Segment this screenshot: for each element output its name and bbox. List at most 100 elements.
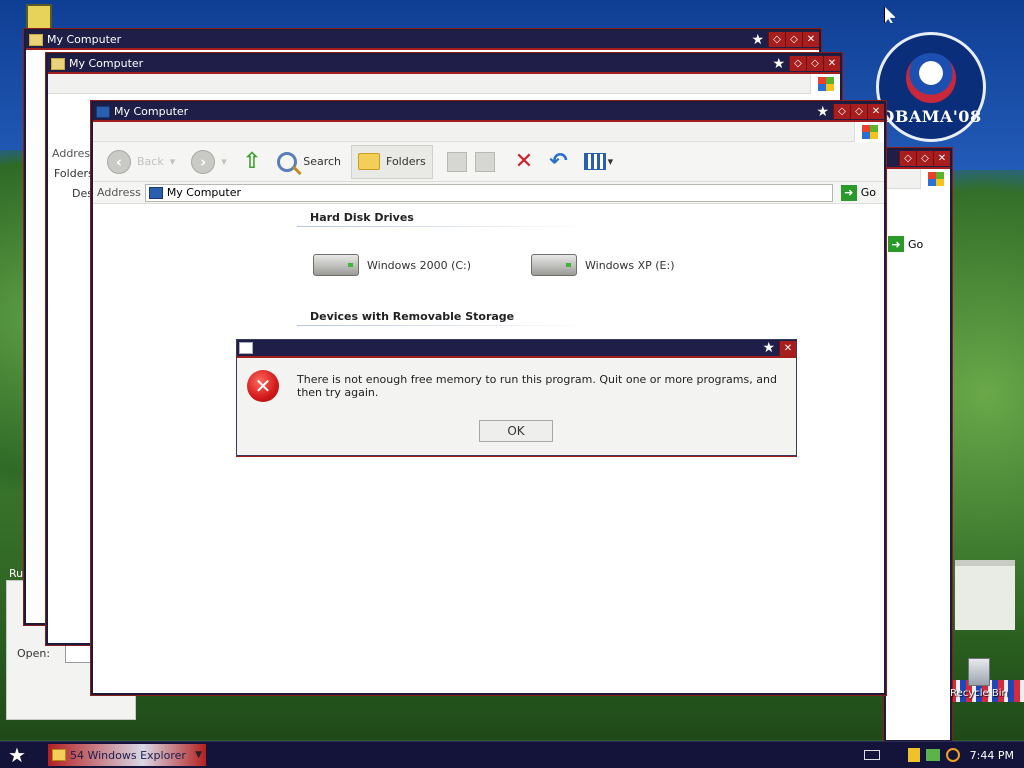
drive-label: Windows XP (E:) <box>585 258 675 272</box>
folders-button[interactable]: Folders <box>351 144 433 179</box>
window-titlebar[interactable]: My Computer ★ ◇ ◇ ✕ <box>48 55 840 74</box>
maximize-button[interactable]: ◇ <box>785 32 802 47</box>
star-icon[interactable]: ★ <box>762 340 775 356</box>
go-button[interactable]: ➜ Go <box>888 236 923 252</box>
recycle-bin-label: Recycle Bin <box>950 688 1008 699</box>
drive-label: Windows 2000 (C:) <box>367 258 472 272</box>
campaign-badge-text: OBAMA'08 <box>880 106 982 126</box>
go-arrow-icon: ➜ <box>840 184 857 201</box>
address-bar: Address My Computer ➜ Go <box>93 182 884 204</box>
error-dialog[interactable]: ★ ✕ ✕ There is not enough free memory to… <box>236 339 797 456</box>
taskbar-group-label: 54 Windows Explorer <box>70 748 186 762</box>
forward-arrow-icon: › <box>191 149 216 174</box>
back-label: Back <box>137 155 164 168</box>
window-title: My Computer <box>47 33 122 46</box>
views-icon <box>583 153 606 170</box>
folders-label: Folders <box>386 155 426 168</box>
menu-bar <box>93 121 884 142</box>
address-value: My Computer <box>166 186 241 199</box>
dialog-body: ✕ There is not enough free memory to run… <box>237 358 796 402</box>
minimize-button[interactable]: ◇ <box>768 32 785 47</box>
maximize-button[interactable]: ◇ <box>850 104 867 119</box>
close-button[interactable]: ✕ <box>823 56 840 71</box>
section-divider <box>297 325 587 326</box>
explorer-window-back-right[interactable]: ◇ ◇ ✕ ➜ Go <box>884 148 952 742</box>
window-title: My Computer <box>114 105 189 118</box>
desktop-house <box>955 560 1015 630</box>
chevron-down-icon: ▾ <box>169 155 176 168</box>
chevron-down-icon: ▾ <box>607 155 614 168</box>
recycle-bin-icon <box>968 658 990 686</box>
folder-icon <box>29 33 43 46</box>
section-divider <box>297 226 587 227</box>
close-button[interactable]: ✕ <box>802 32 819 47</box>
recycle-bin[interactable]: Recycle Bin <box>944 658 1014 699</box>
copy-to-icon <box>474 151 495 172</box>
computer-icon <box>148 186 163 199</box>
undo-icon: ↶ <box>549 149 568 174</box>
minimize-button[interactable]: ◇ <box>789 56 806 71</box>
security-shield-icon[interactable] <box>907 748 920 762</box>
folder-icon <box>52 749 66 761</box>
undo-button[interactable]: ↶ <box>543 145 573 179</box>
windows-flag-icon <box>854 121 884 142</box>
run-open-label: Open: <box>17 647 51 660</box>
menu-bar <box>48 73 840 94</box>
dialog-app-icon <box>239 342 253 354</box>
chevron-down-icon: ▾ <box>221 155 227 168</box>
campaign-logo-icon <box>906 52 956 103</box>
maximize-button[interactable]: ◇ <box>806 56 823 71</box>
go-arrow-icon: ➜ <box>888 236 904 252</box>
back-folders-label: Folders <box>54 167 94 180</box>
back-button[interactable]: ‹ Back ▾ <box>101 145 181 179</box>
up-button[interactable]: ⇧ <box>237 145 267 179</box>
delete-button[interactable]: ✕ <box>509 145 539 179</box>
desktop-tree-right <box>940 170 1024 730</box>
dialog-titlebar[interactable]: ★ ✕ <box>237 340 796 358</box>
system-tray: 7:44 PM <box>863 742 1024 768</box>
star-icon[interactable]: ★ <box>816 104 829 120</box>
search-icon[interactable] <box>945 748 960 762</box>
keyboard-icon[interactable] <box>863 750 880 760</box>
close-button[interactable]: ✕ <box>779 340 796 356</box>
maximize-button[interactable]: ◇ <box>916 151 933 166</box>
window-titlebar[interactable]: My Computer ★ ◇ ◇ ✕ <box>93 103 884 122</box>
folders-icon <box>358 153 381 170</box>
address-input[interactable]: My Computer <box>144 183 833 202</box>
start-button[interactable]: ★ <box>8 743 34 767</box>
minimize-button[interactable]: ◇ <box>899 151 916 166</box>
error-message: There is not enough free memory to run t… <box>297 373 777 399</box>
drive-item[interactable]: Windows XP (E:) <box>531 254 675 276</box>
move-to-icon <box>446 151 467 172</box>
hard-drive-icon <box>313 254 359 276</box>
search-button[interactable]: Search <box>271 145 347 179</box>
delete-icon: ✕ <box>514 149 534 174</box>
drive-item[interactable]: Windows 2000 (C:) <box>313 254 471 276</box>
go-button[interactable]: ➜ Go <box>833 184 884 201</box>
close-button[interactable]: ✕ <box>933 151 950 166</box>
up-folder-icon: ⇧ <box>242 149 262 174</box>
views-button[interactable]: ▾ <box>578 145 620 179</box>
close-button[interactable]: ✕ <box>867 104 884 119</box>
chevron-down-icon: ▼ <box>195 750 202 760</box>
star-icon[interactable]: ★ <box>772 56 785 72</box>
minimize-button[interactable]: ◇ <box>833 104 850 119</box>
section-hard-disk-drives: Hard Disk Drives <box>310 211 414 224</box>
taskbar: ★ 54 Windows Explorer ▼ 7:44 PM <box>0 741 1024 768</box>
go-label: Go <box>908 237 924 251</box>
clock[interactable]: 7:44 PM <box>970 749 1014 762</box>
address-label: Address <box>97 186 141 199</box>
forward-button[interactable]: › ▾ <box>185 145 233 179</box>
search-label: Search <box>303 155 342 168</box>
move-to-button[interactable] <box>437 145 505 179</box>
window-title: My Computer <box>69 57 144 70</box>
computer-icon <box>96 105 110 118</box>
go-label: Go <box>860 186 876 199</box>
taskbar-group-button[interactable]: 54 Windows Explorer ▼ <box>48 744 206 766</box>
window-titlebar[interactable]: My Computer ★ ◇ ◇ ✕ <box>26 31 819 50</box>
star-icon[interactable]: ★ <box>751 32 764 48</box>
window-titlebar[interactable]: ◇ ◇ ✕ <box>886 150 950 169</box>
ok-button[interactable]: OK <box>479 420 553 442</box>
network-icon[interactable] <box>925 749 940 761</box>
desktop-shortcut-icon[interactable] <box>26 4 52 30</box>
